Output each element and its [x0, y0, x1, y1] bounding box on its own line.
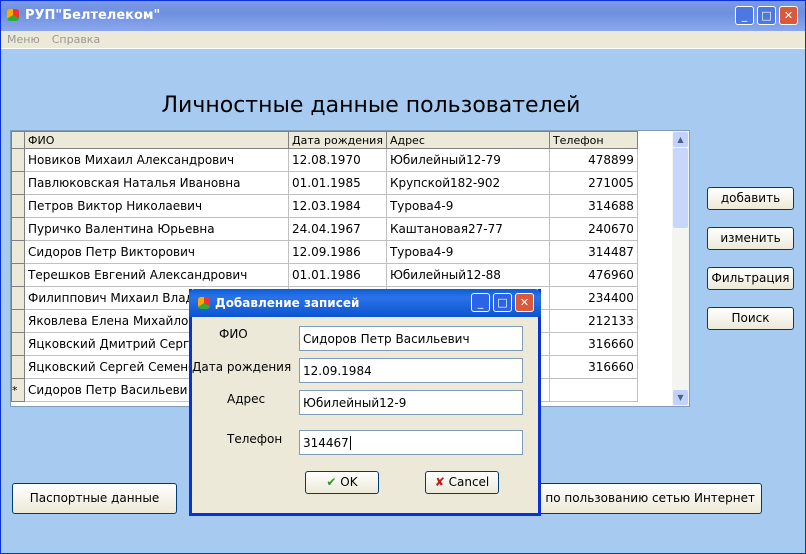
birthdate-input[interactable]: 12.09.1984: [299, 358, 523, 383]
table-row[interactable]: Пуричко Валентина Юрьевна 24.04.1967 Кашта…: [11, 217, 638, 241]
dialog-title: Добавление записей: [215, 296, 360, 310]
menu-item-menu[interactable]: Меню: [7, 33, 40, 46]
cell-birthdate[interactable]: 24.04.1967: [288, 217, 387, 241]
row-indicator[interactable]: [11, 286, 25, 310]
cell-phone[interactable]: 271005: [548, 171, 638, 195]
table-row[interactable]: Сидоров Петр Викторович 12.09.1986 Турова4…: [11, 240, 638, 264]
minimize-button[interactable]: _: [735, 6, 754, 25]
scroll-thumb[interactable]: [673, 148, 688, 228]
text-cursor: [349, 436, 351, 450]
new-row-marker: *: [11, 378, 25, 402]
edit-button[interactable]: изменить: [707, 227, 794, 250]
table-row[interactable]: Новиков Михаил Александрович 12.08.1970 Юб…: [11, 148, 638, 172]
dialog-maximize-button[interactable]: □: [493, 293, 512, 312]
dialog-close-button[interactable]: ✕: [515, 293, 534, 312]
row-indicator[interactable]: [11, 240, 25, 264]
cell-birthdate[interactable]: 12.09.1986: [288, 240, 387, 264]
app-icon: [7, 9, 19, 21]
dialog-icon: [198, 297, 210, 309]
row-indicator[interactable]: [11, 263, 25, 287]
ok-button[interactable]: ✔ OK: [305, 471, 379, 494]
menu-bar: Меню Справка: [1, 31, 805, 49]
cell-phone[interactable]: 240670: [548, 217, 638, 241]
cell-fio[interactable]: Петров Виктор Николаевич: [24, 194, 289, 218]
cell-phone[interactable]: 234400: [548, 286, 638, 310]
cell-address[interactable]: Крупской182-902: [385, 171, 550, 195]
fio-label: ФИО: [219, 327, 248, 341]
add-record-dialog: Добавление записей _ □ ✕ ФИО Сидоров Пет…: [189, 289, 541, 516]
passport-data-button[interactable]: Паспортные данные: [12, 483, 177, 514]
cell-fio[interactable]: Сидоров Петр Викторович: [24, 240, 289, 264]
row-indicator[interactable]: [11, 171, 25, 195]
cell-address[interactable]: Турова4-9: [385, 240, 550, 264]
cancel-button[interactable]: ✘ Cancel: [425, 471, 499, 494]
cell-birthdate[interactable]: 12.03.1984: [288, 194, 387, 218]
row-indicator[interactable]: [11, 148, 25, 172]
phone-value: 314467: [303, 436, 349, 450]
checkmark-icon: ✔: [326, 475, 337, 489]
page-title: Личностные данные пользователей: [161, 93, 581, 118]
cell-fio[interactable]: Павлюковская Наталья Ивановна: [24, 171, 289, 195]
cell-phone[interactable]: 316660: [548, 332, 638, 356]
scroll-up-icon[interactable]: ▲: [673, 132, 688, 147]
phone-label: Телефон: [227, 432, 283, 446]
add-button[interactable]: добавить: [707, 187, 794, 210]
fio-input[interactable]: Сидоров Петр Васильевич: [299, 326, 523, 351]
cell-phone[interactable]: 478899: [548, 148, 638, 172]
cell-fio[interactable]: Новиков Михаил Александрович: [24, 148, 289, 172]
cell-phone[interactable]: 212133: [548, 309, 638, 333]
row-indicator[interactable]: [11, 332, 25, 356]
search-button[interactable]: Поиск: [707, 307, 794, 330]
dialog-title-bar: Добавление записей _ □ ✕: [189, 289, 541, 317]
cell-phone[interactable]: 314487: [548, 240, 638, 264]
cell-address[interactable]: Юбилейный12-79: [385, 148, 550, 172]
cell-address[interactable]: Каштановая27-77: [385, 217, 550, 241]
main-window: РУП"Белтелеком" _ □ ✕ Меню Справка Личнос…: [0, 0, 806, 554]
cell-phone[interactable]: 316660: [548, 355, 638, 379]
table-row[interactable]: Терешков Евгений Александрович 01.01.1986…: [11, 263, 638, 287]
menu-item-help[interactable]: Справка: [52, 33, 100, 46]
maximize-button[interactable]: □: [757, 6, 776, 25]
dialog-minimize-button[interactable]: _: [471, 293, 490, 312]
cell-address[interactable]: Турова4-9: [385, 194, 550, 218]
cell-phone[interactable]: 314688: [548, 194, 638, 218]
filter-button[interactable]: Фильтрация: [707, 267, 794, 290]
column-header-fio[interactable]: ФИО: [24, 131, 289, 149]
close-button[interactable]: ✕: [779, 6, 798, 25]
row-indicator[interactable]: [11, 217, 25, 241]
title-bar: РУП"Белтелеком" _ □ ✕: [1, 1, 805, 31]
table-row[interactable]: Павлюковская Наталья Ивановна 01.01.1985 К…: [11, 171, 638, 195]
cell-birthdate[interactable]: 01.01.1986: [288, 263, 387, 287]
cell-fio[interactable]: Терешков Евгений Александрович: [24, 263, 289, 287]
birthdate-label: Дата рождения: [192, 360, 292, 374]
window-title: РУП"Белтелеком": [25, 8, 161, 23]
column-header-birthdate[interactable]: Дата рождения: [288, 131, 387, 149]
vertical-scrollbar[interactable]: ▲ ▼: [672, 131, 689, 406]
cell-fio[interactable]: Пуричко Валентина Юрьевна: [24, 217, 289, 241]
row-indicator[interactable]: [11, 309, 25, 333]
row-indicator[interactable]: [11, 355, 25, 379]
cross-icon: ✘: [434, 475, 445, 489]
address-input[interactable]: Юбилейный12-9: [299, 390, 523, 415]
table-row[interactable]: Петров Виктор Николаевич 12.03.1984 Турова…: [11, 194, 638, 218]
phone-input[interactable]: 314467: [299, 430, 523, 455]
cell-address[interactable]: Юбилейный12-88: [385, 263, 550, 287]
cell-phone[interactable]: 476960: [548, 263, 638, 287]
column-header-address[interactable]: Адрес: [385, 131, 550, 149]
cell-birthdate[interactable]: 01.01.1985: [288, 171, 387, 195]
scroll-down-icon[interactable]: ▼: [673, 390, 688, 405]
row-indicator[interactable]: [11, 194, 25, 218]
column-header-phone[interactable]: Телефон: [548, 131, 638, 149]
address-label: Адрес: [227, 392, 266, 406]
cell-birthdate[interactable]: 12.08.1970: [288, 148, 387, 172]
